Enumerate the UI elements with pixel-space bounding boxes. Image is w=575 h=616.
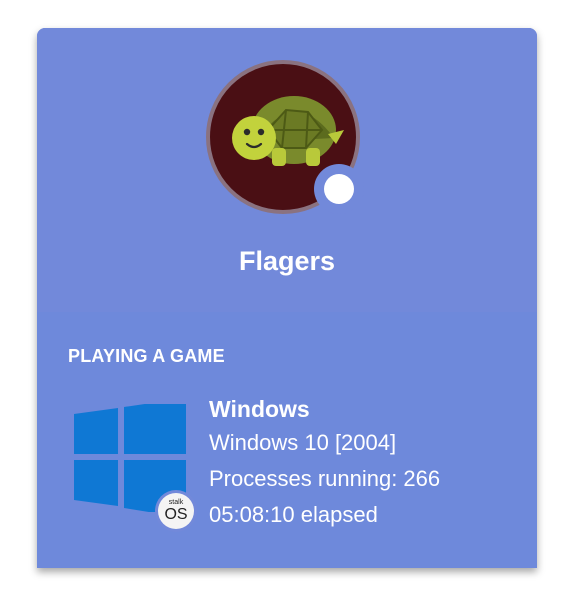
badge-icon: stalk OS [158,493,194,529]
activity-header: PLAYING A GAME [68,346,225,366]
username[interactable]: Flagers [37,246,537,277]
avatar-container[interactable] [206,60,368,222]
game-name: Windows [209,396,310,422]
profile-card: Flagers PLAYING A GAME stalk OS Windows … [37,28,537,568]
game-details: Windows 10 [2004] [209,430,397,455]
profile-header: Flagers [37,28,537,312]
activity-section: PLAYING A GAME stalk OS Windows Windows … [37,312,537,568]
game-elapsed: 05:08:10 elapsed [209,502,378,527]
status-indicator [314,164,364,214]
small-image-badge[interactable]: stalk OS [155,490,197,532]
badge-big-text: OS [164,506,188,523]
game-state: Processes running: 266 [209,466,441,491]
status-dot [324,174,354,204]
